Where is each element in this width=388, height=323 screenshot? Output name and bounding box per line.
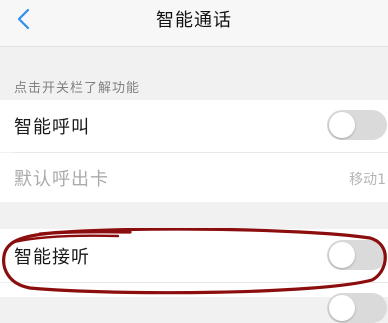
header-bar: 智能通话 [0, 0, 388, 47]
toggle-knob [329, 242, 355, 268]
smart-call-toggle[interactable] [327, 110, 387, 140]
toggle-knob [329, 112, 355, 138]
default-outgoing-card-row[interactable]: 默认呼出卡 移动1 [0, 153, 388, 202]
section-caption: 点击开关栏了解功能 [14, 81, 141, 96]
smart-answer-label: 智能接听 [14, 247, 90, 268]
next-row-toggle[interactable] [327, 293, 387, 323]
default-outgoing-card-value: 移动1 [349, 172, 386, 188]
smart-answer-row[interactable]: 智能接听 [0, 229, 388, 282]
smart-call-label: 智能呼叫 [14, 117, 90, 138]
smart-answer-toggle[interactable] [327, 240, 387, 270]
next-row-partial [0, 283, 388, 323]
toggle-knob [329, 295, 355, 321]
smart-call-row[interactable]: 智能呼叫 [0, 100, 388, 152]
default-outgoing-card-label: 默认呼出卡 [14, 169, 109, 190]
page-title: 智能通话 [156, 10, 232, 31]
